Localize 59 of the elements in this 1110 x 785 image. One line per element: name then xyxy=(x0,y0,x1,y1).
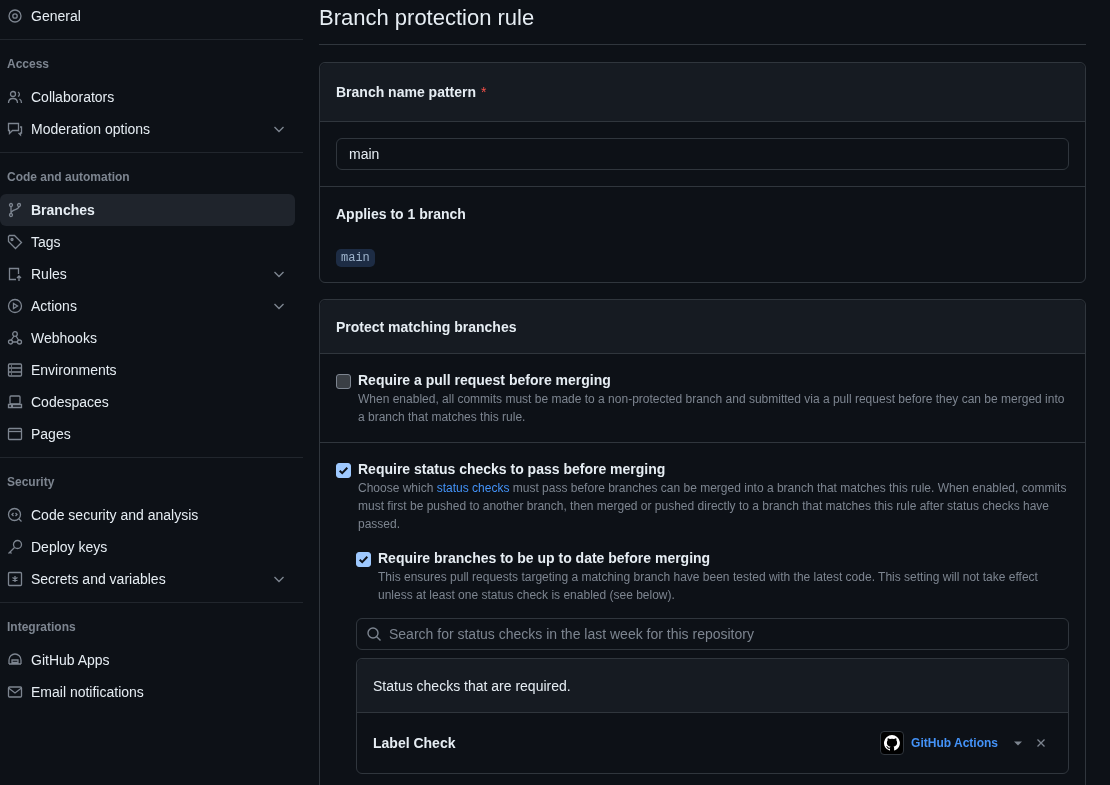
option-label: Require a pull request before merging xyxy=(358,372,612,388)
key-icon xyxy=(7,539,23,555)
option-label: Require status checks to pass before merging xyxy=(358,461,667,477)
section-heading: Code and automation xyxy=(6,169,131,186)
checkbox[interactable] xyxy=(336,463,351,478)
rules-icon xyxy=(7,266,23,282)
sidebar-item[interactable]: General xyxy=(0,0,295,32)
required-mark: * xyxy=(481,84,487,100)
status-checks-link[interactable]: status checks xyxy=(436,481,510,495)
sidebar-item[interactable]: Collaborators xyxy=(0,81,295,113)
check-name: Label Check xyxy=(373,735,457,751)
branch-pattern-input[interactable]: main xyxy=(336,138,1069,170)
panel-title: Status checks that are required. xyxy=(373,677,571,694)
people-icon xyxy=(7,89,23,105)
sidebar-item[interactable]: Webhooks xyxy=(0,322,295,354)
sidebar-item[interactable]: GitHub Apps xyxy=(0,644,295,676)
sidebar-item[interactable]: Branches xyxy=(0,194,295,226)
option-description: Choose which status checks must pass before branches can be merged into a branch that matches this rule. When enabled, commits must first be pushed to another branch, then merged or pushed directly to a branch that matches this rule after status checks have passed. xyxy=(358,480,1068,533)
gear-icon xyxy=(7,8,23,24)
checkbox[interactable] xyxy=(336,374,351,389)
option-label: Require branches to be up to date before merging xyxy=(378,550,712,566)
sidebar-item[interactable]: Tags xyxy=(0,226,295,258)
comment-icon xyxy=(7,121,23,137)
option-description: This ensures pull requests targeting a matching branch have been tested with the latest code. This setting will not take effect unless at least one status check is enabled (see below). xyxy=(378,569,1039,604)
tag-icon xyxy=(7,234,23,250)
play-icon xyxy=(7,298,23,314)
sidebar-item[interactable]: Moderation options xyxy=(0,113,295,145)
checkmark-icon xyxy=(337,464,350,477)
search-field[interactable]: Search for status checks in the last week for this repository xyxy=(356,618,1069,650)
sidebar-item[interactable]: Rules xyxy=(0,258,295,290)
branch-name: main xyxy=(336,249,375,267)
search-icon xyxy=(366,626,382,642)
server-icon xyxy=(7,362,23,378)
asterisk-icon xyxy=(7,571,23,587)
field-label: Branch name pattern xyxy=(336,84,477,100)
card-title: Protect matching branches xyxy=(336,318,517,335)
sidebar-item[interactable]: Actions xyxy=(0,290,295,322)
webhook-icon xyxy=(7,330,23,346)
section-heading: Security xyxy=(6,474,56,491)
sidebar-item[interactable]: Email notifications xyxy=(0,676,295,708)
option-description: When enabled, all commits must be made to a non-protected branch and submitted via a pull request before they can be merged into a branch that matches this rule. xyxy=(358,391,1066,426)
sidebar-item[interactable]: Code security and analysis xyxy=(0,499,295,531)
sidebar-item[interactable]: Deploy keys xyxy=(0,531,295,563)
checkmark-icon xyxy=(357,553,370,566)
source-link[interactable]: GitHub Actions xyxy=(911,736,998,750)
checkbox[interactable] xyxy=(356,552,371,567)
page-title: Branch protection rule xyxy=(319,0,1086,45)
branch-icon xyxy=(7,202,23,218)
section-heading: Access xyxy=(6,56,51,73)
mail-icon xyxy=(7,684,23,700)
browser-icon xyxy=(7,426,23,442)
applies-label: Applies to 1 branch xyxy=(336,206,467,222)
sidebar-item[interactable]: Codespaces xyxy=(0,386,295,418)
sidebar-item[interactable]: Environments xyxy=(0,354,295,386)
section-heading: Integrations xyxy=(6,619,77,636)
monitor-icon xyxy=(7,394,23,410)
sidebar-item[interactable]: Secrets and variables xyxy=(0,563,295,595)
octocat-logo-icon xyxy=(880,731,905,755)
sidebar-item[interactable]: Pages xyxy=(0,418,295,450)
